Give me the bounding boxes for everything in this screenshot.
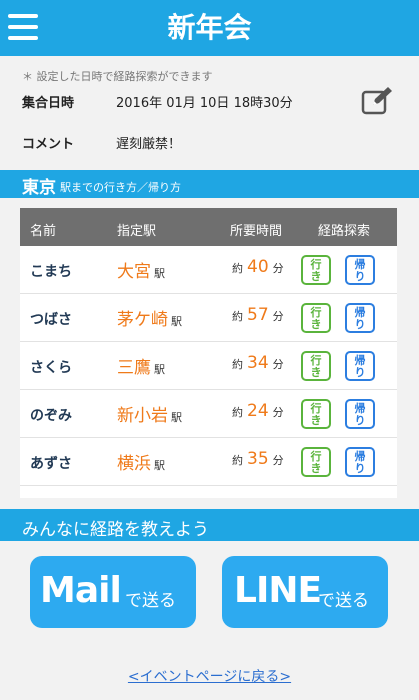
back-to-event-link[interactable]: <イベントページに戻る> xyxy=(0,666,419,686)
time-prefix: 約 xyxy=(232,406,243,419)
table-row: さくら 三鷹駅 約 34 分 行き帰り xyxy=(20,342,397,390)
page-title: 新年会 xyxy=(167,11,252,44)
route-go-button[interactable]: 行き xyxy=(301,255,331,285)
mail-sub-label: で送る xyxy=(125,591,176,611)
time-minutes: 40 xyxy=(247,257,269,277)
members-table: 名前 指定駅 所要時間 経路探索 こまち 大宮駅約 40 分行き帰りつばさ 茅ケ崎駅約 5… xyxy=(20,208,397,498)
route-back-button[interactable]: 帰り xyxy=(345,303,375,333)
edit-icon[interactable] xyxy=(361,86,393,116)
col-station: 指定駅 xyxy=(117,224,157,239)
route-go-button[interactable]: 行き xyxy=(301,351,331,381)
station-suffix: 駅 xyxy=(171,411,182,424)
destination-bar: 東京 駅までの行き方／帰り方 xyxy=(0,170,419,198)
app-header: 新年会 xyxy=(0,0,419,56)
time-minutes: 35 xyxy=(247,449,269,469)
search-note: ＊ 設定した日時で経路探索ができます xyxy=(22,70,213,83)
route-go-button[interactable]: 行き xyxy=(301,447,331,477)
go-label-2: き xyxy=(310,414,322,427)
time-cell: 約 40 分 xyxy=(232,257,288,277)
back-label-2: り xyxy=(354,318,366,331)
go-label-2: き xyxy=(310,366,322,379)
col-time: 所要時間 xyxy=(230,224,283,239)
route-back-button[interactable]: 帰り xyxy=(345,447,375,477)
station-suffix: 駅 xyxy=(171,315,182,328)
route-back-button[interactable]: 帰り xyxy=(345,255,375,285)
route-back-button[interactable]: 帰り xyxy=(345,399,375,429)
col-name: 名前 xyxy=(30,224,57,239)
time-unit: 分 xyxy=(272,454,284,467)
station-suffix: 駅 xyxy=(154,267,165,280)
back-label-2: り xyxy=(354,414,366,427)
time-minutes: 34 xyxy=(247,353,269,373)
station-suffix: 駅 xyxy=(154,363,165,376)
time-unit: 分 xyxy=(272,310,284,323)
table-row: あずさ 横浜駅 約 35 分 行き帰り xyxy=(20,438,397,486)
time-minutes: 57 xyxy=(247,305,269,325)
go-label-2: き xyxy=(310,462,322,475)
time-prefix: 約 xyxy=(232,358,243,371)
station-cell: 三鷹駅 xyxy=(117,353,165,378)
comment-value: 遅刻厳禁！ xyxy=(116,137,182,152)
time-cell: 約 57 分 xyxy=(232,305,288,325)
member-name: あずさ xyxy=(30,456,72,472)
station-name: 茅ケ崎 xyxy=(117,310,168,330)
share-title: みんなに経路を教えよう xyxy=(22,520,209,540)
time-cell: 約 35 分 xyxy=(232,449,288,469)
go-label-2: き xyxy=(310,318,322,331)
line-main-label: LINE xyxy=(234,570,322,611)
station-suffix: 駅 xyxy=(154,459,165,472)
datetime-value: 2016年 01月 10日 18時30分 xyxy=(116,96,293,111)
time-cell: 約 24 分 xyxy=(232,401,288,421)
member-name: さくら xyxy=(30,360,72,376)
table-header: 名前 指定駅 所要時間 経路探索 xyxy=(20,208,397,246)
member-name: こまち xyxy=(30,264,72,280)
time-prefix: 約 xyxy=(232,454,243,467)
station-cell: 新小岩駅 xyxy=(117,401,182,426)
time-unit: 分 xyxy=(272,358,284,371)
station-cell: 横浜駅 xyxy=(117,449,165,474)
time-prefix: 約 xyxy=(232,262,243,275)
time-unit: 分 xyxy=(272,406,284,419)
share-bar: みんなに経路を教えよう xyxy=(0,509,419,541)
comment-label: コメント xyxy=(22,137,75,152)
route-go-button[interactable]: 行き xyxy=(301,303,331,333)
send-line-button[interactable]: LINE で送る xyxy=(222,556,388,628)
back-label-2: り xyxy=(354,462,366,475)
route-go-button[interactable]: 行き xyxy=(301,399,331,429)
route-back-button[interactable]: 帰り xyxy=(345,351,375,381)
station-name: 新小岩 xyxy=(117,406,168,426)
station-name: 大宮 xyxy=(117,262,151,282)
back-label-2: り xyxy=(354,270,366,283)
time-unit: 分 xyxy=(272,262,284,275)
line-sub-label: で送る xyxy=(318,591,369,611)
table-row: つばさ 茅ケ崎駅 約 57 分 行き帰り xyxy=(20,294,397,342)
member-name: のぞみ xyxy=(30,408,72,424)
destination-name: 東京 xyxy=(22,178,56,198)
member-name: つばさ xyxy=(30,312,72,328)
station-cell: 茅ケ崎駅 xyxy=(117,305,182,330)
destination-subtitle: 駅までの行き方／帰り方 xyxy=(60,181,181,194)
datetime-label: 集合日時 xyxy=(22,96,75,111)
table-row: こまち 大宮駅 約 40 分 行き帰り xyxy=(20,246,397,294)
back-label-2: り xyxy=(354,366,366,379)
col-route: 経路探索 xyxy=(318,224,371,239)
station-name: 横浜 xyxy=(117,454,151,474)
mail-main-label: Mail xyxy=(40,570,122,611)
table-row: のぞみ 新小岩駅 約 24 分 行き帰り xyxy=(20,390,397,438)
station-cell: 大宮駅 xyxy=(117,257,165,282)
time-prefix: 約 xyxy=(232,310,243,323)
go-label-2: き xyxy=(310,270,322,283)
time-cell: 約 34 分 xyxy=(232,353,288,373)
send-mail-button[interactable]: Mail で送る xyxy=(30,556,196,628)
station-name: 三鷹 xyxy=(117,358,151,378)
time-minutes: 24 xyxy=(247,401,269,421)
